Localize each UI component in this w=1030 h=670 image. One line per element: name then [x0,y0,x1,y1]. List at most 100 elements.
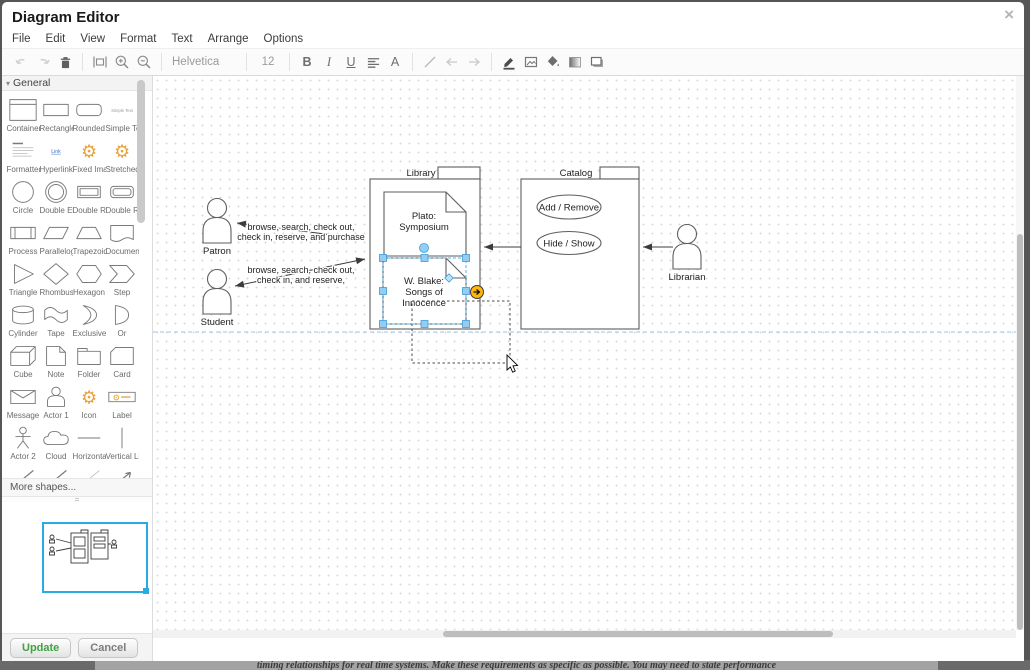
shape-circle[interactable]: Circle [7,178,39,219]
node-plato-line2: Symposium [399,222,449,233]
canvas-vscrollbar[interactable] [1016,76,1024,630]
shape-double-re[interactable]: Double Re [73,178,105,219]
svg-text:⚙: ⚙ [114,142,130,162]
image-icon[interactable] [520,52,542,72]
shadow-icon[interactable] [586,52,608,72]
shape-rounded-r[interactable]: Rounded R [73,96,105,137]
font-family-select[interactable]: Helvetica [168,56,240,68]
edge-patron-label-line1: browse, search, check out, [247,222,354,232]
rotation-handle[interactable] [420,244,429,253]
shape-double-ro[interactable]: Double Ro [106,178,138,219]
menu-text[interactable]: Text [172,33,193,45]
menu-file[interactable]: File [12,33,31,45]
shape-document[interactable]: Document [106,219,138,260]
canvas-vscrollbar-thumb[interactable] [1017,234,1023,630]
canvas-area: Library Catalog Add / Remove Hide / Show [153,76,1024,661]
undo-icon[interactable] [10,52,32,72]
italic-icon[interactable]: I [318,52,340,72]
node-wblake-line2: Songs of [405,287,443,298]
font-size-select[interactable]: 12 [253,56,283,68]
menu-edit[interactable]: Edit [46,33,66,45]
arrow-right-icon[interactable] [463,52,485,72]
shape-card[interactable]: Card [106,342,138,383]
shape-fixed-imag[interactable]: ⚙Fixed Imag [73,137,105,178]
fill-color-icon[interactable] [542,52,564,72]
shape-container[interactable]: Container [7,96,39,137]
shape-message[interactable]: Message [7,383,39,424]
line-color-icon[interactable] [498,52,520,72]
shape-icon[interactable]: ⚙Icon [73,383,105,424]
shape-actor-2[interactable]: Actor 2 [7,424,39,465]
viewport-resize-handle[interactable] [143,588,149,594]
node-wblake-line1: W. Blake: [404,276,444,287]
menu-options[interactable]: Options [264,33,304,45]
shape-folder[interactable]: Folder [73,342,105,383]
shape-cloud[interactable]: Cloud [40,424,72,465]
shape-simple-te[interactable]: Simple TextSimple Te [106,96,138,137]
shapes-section-label: General [13,77,50,89]
node-librarian-label: Librarian [669,272,706,283]
shape-actor-1[interactable]: Actor 1 [40,383,72,424]
diagram-canvas[interactable]: Library Catalog Add / Remove Hide / Show [153,76,1024,638]
shape-step[interactable]: Step [106,260,138,301]
shape-cube[interactable]: Cube [7,342,39,383]
edge-student-label-line1: browse, search, check out, [247,265,354,275]
shape-trapezoid[interactable]: Trapezoid [73,219,105,260]
zoom-in-icon[interactable] [111,52,133,72]
svg-text:⚙: ⚙ [113,392,121,402]
arrow-left-icon[interactable] [441,52,463,72]
fit-page-icon[interactable] [89,52,111,72]
shape-hexagon[interactable]: Hexagon [73,260,105,301]
shape-parallelog[interactable]: Parallelog [40,219,72,260]
align-icon[interactable] [362,52,384,72]
underline-icon[interactable]: U [340,52,362,72]
node-student[interactable] [203,270,231,315]
gradient-icon[interactable] [564,52,586,72]
menu-bar: File Edit View Format Text Arrange Options [2,30,1024,48]
shape-or[interactable]: Or [106,301,138,342]
canvas-hscrollbar-thumb[interactable] [443,631,833,637]
sidebar-scrollbar-thumb[interactable] [137,80,145,223]
line-icon[interactable] [419,52,441,72]
bold-icon[interactable]: B [296,52,318,72]
outline-viewport[interactable] [42,522,148,593]
menu-format[interactable]: Format [120,33,156,45]
node-add-remove-label: Add / Remove [539,203,599,214]
delete-icon[interactable] [54,52,76,72]
menu-view[interactable]: View [80,33,105,45]
shape-cylinder[interactable]: Cylinder [7,301,39,342]
shape-line-solid-2[interactable] [40,465,72,478]
page-title: Diagram Editor [12,9,120,26]
redo-icon[interactable] [32,52,54,72]
shape-line-solid[interactable] [7,465,39,478]
shape-rhombus[interactable]: Rhombus [40,260,72,301]
node-librarian[interactable] [673,225,701,270]
shape-formatted[interactable]: Formatted [7,137,39,178]
connect-arrow-badge[interactable] [471,286,484,299]
svg-text:Simple Text: Simple Text [111,108,134,113]
menu-arrange[interactable]: Arrange [208,33,249,45]
shape-double-ell[interactable]: Double Ell [40,178,72,219]
shape-horizontal[interactable]: Horizontal [73,424,105,465]
canvas-hscrollbar[interactable] [153,630,1016,638]
shape-stretched[interactable]: ⚙Stretched [106,137,138,178]
cancel-button[interactable]: Cancel [78,638,138,658]
shape-exclusive[interactable]: Exclusive [73,301,105,342]
shape-rectangle[interactable]: Rectangle [40,96,72,137]
shape-vertical-li[interactable]: Vertical Li [106,424,138,465]
shape-process[interactable]: Process [7,219,39,260]
shape-line-light[interactable] [73,465,105,478]
close-icon[interactable]: × [1004,6,1014,24]
shapes-section-general[interactable]: ▾ General [2,76,152,91]
update-button[interactable]: Update [10,638,71,658]
dialog-footer: Update Cancel [2,633,152,661]
shape-line-arrow[interactable] [106,465,138,478]
shape-triangle[interactable]: Triangle [7,260,39,301]
shape-note[interactable]: Note [40,342,72,383]
shape-tape[interactable]: Tape [40,301,72,342]
shape-hyperlink[interactable]: LinkHyperlink [40,137,72,178]
font-color-icon[interactable]: A [384,52,406,72]
shape-label[interactable]: ⚙Label [106,383,138,424]
zoom-out-icon[interactable] [133,52,155,72]
node-patron[interactable] [203,199,231,244]
